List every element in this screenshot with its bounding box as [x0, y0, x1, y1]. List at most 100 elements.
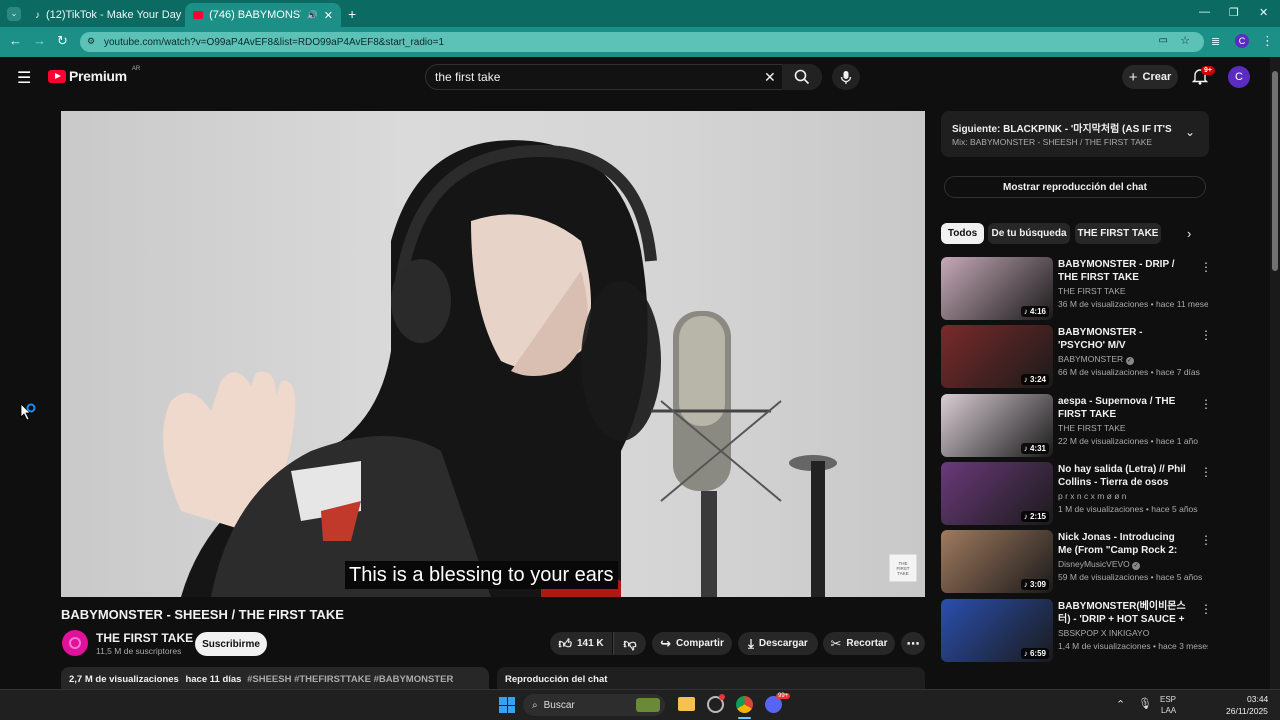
chip-the-first-take[interactable]: THE FIRST TAKE [1075, 223, 1161, 244]
video-player[interactable]: THE FIRST TAKE [61, 111, 925, 597]
clock-date[interactable]: 26/11/2025 [1226, 706, 1268, 716]
up-next-mix: Mix: BABYMONSTER - SHEESH / THE FIRST TA… [952, 137, 1153, 147]
search-button[interactable] [782, 64, 822, 90]
recommended-title[interactable]: No hay salida (Letra) // Phil Collins - … [1058, 463, 1190, 489]
channel-name[interactable]: THE FIRST TAKE [96, 631, 193, 645]
video-thumbnail[interactable]: ♪ 4:31 [941, 394, 1053, 457]
chips-next-icon[interactable]: › [1187, 226, 1191, 241]
microphone-tray-icon[interactable]: 🎙︎ [1138, 697, 1152, 710]
recommended-video[interactable]: ♪ 4:31 aespa - Supernova / THE FIRST TAKE… [941, 394, 1212, 458]
recommended-title[interactable]: BABYMONSTER(베이비몬스터) - 'DRIP + HOT SAUCE … [1058, 600, 1190, 626]
thumbs-up-icon: 👍︎ [558, 635, 572, 651]
language-code[interactable]: ESP [1160, 695, 1176, 704]
reload-icon[interactable]: ↻ [57, 33, 68, 49]
voice-search-button[interactable] [832, 64, 860, 90]
chip-all[interactable]: Todos [941, 223, 984, 244]
more-options-icon[interactable]: ⋮ [1200, 260, 1212, 274]
recommended-meta: 1,4 M de visualizaciones • hace 3 meses [1058, 641, 1208, 651]
tab-search-icon[interactable]: ⌄ [7, 7, 21, 21]
description-box[interactable]: 2,7 M de visualizaciones hace 11 días #S… [61, 667, 489, 689]
address-bar[interactable]: ⚙ youtube.com/watch?v=O99aP4AvEF8&list=R… [80, 32, 1204, 52]
account-avatar[interactable]: C [1228, 66, 1250, 88]
restore-icon[interactable]: ❐ [1229, 6, 1239, 19]
video-thumbnail[interactable]: ♪ 4:16 [941, 257, 1053, 320]
taskbar-search[interactable]: ⌕ Buscar [523, 694, 665, 716]
tab-tiktok[interactable]: ♪ (12)TikTok - Make Your Day ✕ [27, 3, 183, 27]
channel-avatar[interactable] [62, 630, 88, 656]
recommended-video[interactable]: ♪ 3:09 Nick Jonas - Introducing Me (From … [941, 530, 1212, 594]
up-next-label: Siguiente: [952, 124, 1001, 135]
recommended-title[interactable]: BABYMONSTER - 'PSYCHO' M/V [1058, 326, 1190, 352]
youtube-premium-logo[interactable]: Premium AR [48, 66, 140, 84]
recommended-channel: THE FIRST TAKE [1058, 286, 1126, 296]
tab-youtube[interactable]: (746) BABYMONSTER - SHE 🔊 ✕ [185, 3, 341, 27]
more-options-icon[interactable]: ⋮ [1200, 465, 1212, 479]
video-duration: ♪ 4:31 [1020, 443, 1049, 454]
up-next-box[interactable]: Siguiente: BLACKPINK - '마지막처럼 (AS IF IT'… [941, 111, 1209, 157]
recommended-title[interactable]: BABYMONSTER - DRIP / THE FIRST TAKE [1058, 258, 1190, 284]
video-thumbnail[interactable]: ♪ 3:09 [941, 530, 1053, 593]
dislike-button[interactable]: 👎︎ [613, 632, 646, 655]
recommended-meta: 59 M de visualizaciones • hace 5 años [1058, 572, 1203, 582]
expand-chevron-icon[interactable]: ⌄ [1185, 125, 1195, 139]
video-thumbnail[interactable]: ♪ 3:24 [941, 325, 1053, 388]
file-explorer-icon[interactable] [678, 697, 695, 711]
youtube-logo-icon [48, 69, 66, 83]
media-controls-icon[interactable]: ≣ [1211, 35, 1220, 48]
site-info-icon[interactable]: ⚙ [87, 36, 95, 47]
recommended-video[interactable]: ♪ 4:16 BABYMONSTER - DRIP / THE FIRST TAK… [941, 257, 1212, 321]
more-options-icon[interactable]: ⋮ [1200, 328, 1212, 342]
clip-button[interactable]: ✂ Recortar [823, 632, 895, 655]
scrollbar-thumb[interactable] [1272, 71, 1278, 271]
new-tab-icon[interactable]: + [348, 6, 356, 22]
recommended-video[interactable]: ♪ 6:59 BABYMONSTER(베이비몬스터) - 'DRIP + HOT … [941, 599, 1212, 663]
more-options-icon[interactable]: ⋮ [1200, 533, 1212, 547]
recommended-channel: DisneyMusicVEVO ✓ [1058, 559, 1141, 570]
language-layout[interactable]: LAA [1161, 706, 1176, 715]
page-scrollbar[interactable] [1270, 57, 1280, 689]
recommended-video[interactable]: ♪ 3:24 BABYMONSTER - 'PSYCHO' M/V BABYMONS… [941, 325, 1212, 389]
more-options-icon[interactable]: ⋮ [1200, 397, 1212, 411]
recommended-channel: p r x n c x m ø ø n [1058, 491, 1127, 501]
windows-taskbar: ⌕ Buscar 99+ ⌃ 🎙︎ ESP LAA 03:44 26/11/20… [0, 689, 1280, 720]
recommended-title[interactable]: aespa - Supernova / THE FIRST TAKE [1058, 395, 1190, 421]
video-thumbnail[interactable]: ♪ 2:15 [941, 462, 1053, 525]
tray-chevron-icon[interactable]: ⌃ [1116, 698, 1125, 711]
close-tab-icon[interactable]: ✕ [324, 9, 333, 22]
recommended-meta: 36 M de visualizaciones • hace 11 meses [1058, 299, 1208, 309]
scissors-icon: ✂ [830, 635, 842, 651]
browser-menu-icon[interactable]: ⋮ [1261, 33, 1274, 49]
share-button[interactable]: ↪ Compartir [652, 632, 732, 655]
hashtags[interactable]: #SHEESH #THEFIRSTTAKE #BABYMONSTER [247, 674, 453, 685]
minimize-icon[interactable]: — [1199, 6, 1210, 18]
close-window-icon[interactable]: ✕ [1259, 6, 1268, 19]
clear-search-icon[interactable]: ✕ [764, 69, 776, 86]
chrome-icon[interactable] [736, 696, 753, 713]
hamburger-menu-icon[interactable]: ☰ [17, 68, 31, 88]
chat-replay-panel[interactable]: Reproducción del chat [497, 667, 925, 689]
notifications-button[interactable]: 9+ [1191, 66, 1215, 88]
show-chat-replay-button[interactable]: Mostrar reproducción del chat [944, 176, 1206, 198]
search-input[interactable]: the first take ✕ [425, 64, 822, 90]
more-actions-button[interactable]: ⋯ [901, 632, 925, 655]
profile-avatar[interactable]: C [1235, 34, 1249, 48]
windows-start-icon[interactable] [499, 697, 515, 713]
video-caption: This is a blessing to your ears [345, 561, 618, 589]
more-options-icon[interactable]: ⋮ [1200, 602, 1212, 616]
create-button[interactable]: + Crear [1122, 65, 1178, 89]
clock-time[interactable]: 03:44 [1247, 694, 1268, 704]
recommended-video[interactable]: ♪ 2:15 No hay salida (Letra) // Phil Coll… [941, 462, 1212, 526]
channel-watermark: THE FIRST TAKE [889, 554, 917, 582]
share-icon: ↪ [660, 635, 672, 651]
forward-icon[interactable]: → [33, 33, 46, 48]
chip-from-search[interactable]: De tu búsqueda [988, 223, 1070, 244]
back-icon[interactable]: ← [9, 33, 22, 48]
like-button[interactable]: 👍︎ 141 K [550, 632, 612, 655]
recommended-title[interactable]: Nick Jonas - Introducing Me (From "Camp … [1058, 531, 1190, 557]
audio-playing-icon[interactable]: 🔊 [307, 10, 318, 21]
bookmark-star-icon[interactable]: ☆ [1180, 34, 1190, 47]
download-button[interactable]: ⤓ Descargar [738, 632, 818, 655]
video-thumbnail[interactable]: ♪ 6:59 [941, 599, 1053, 662]
subscribe-button[interactable]: Suscribirme [195, 632, 267, 656]
cast-icon[interactable]: ▭ [1159, 35, 1168, 46]
